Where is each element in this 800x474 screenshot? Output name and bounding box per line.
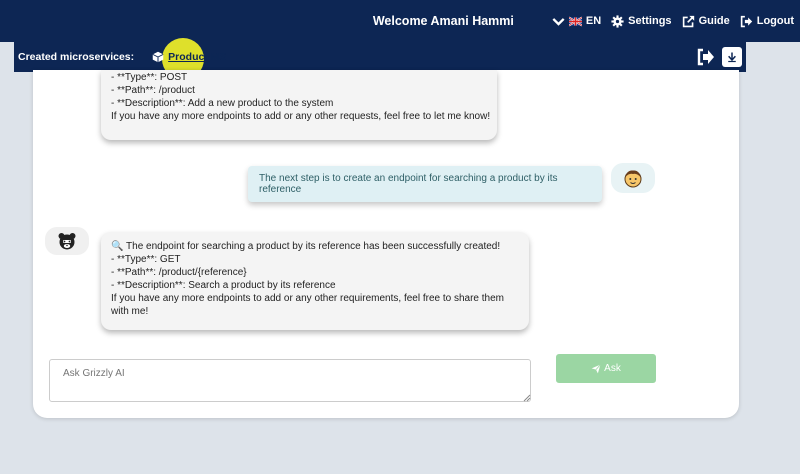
settings-link[interactable]: Settings — [611, 14, 672, 28]
user-avatar — [611, 163, 655, 193]
microservice-name: Product MS — [168, 51, 227, 63]
ask-button[interactable]: Ask — [556, 354, 656, 383]
message-line: - **Description**: Add a new product to … — [111, 98, 334, 109]
message-line: - **Path**: /product — [111, 85, 195, 96]
sign-out-icon — [740, 15, 752, 27]
message-line: If you have any more endpoints to add or… — [111, 293, 505, 317]
message-line: - **Path**: /product/{reference} — [111, 267, 247, 278]
microservices-bar: Created microservices: Product MS — [14, 38, 746, 80]
uk-flag-icon — [568, 16, 582, 26]
microservices-label: Created microservices: — [18, 51, 135, 63]
language-label: EN — [585, 15, 602, 27]
top-navbar: Welcome Amani Hammi EN Settings Guide Lo… — [0, 0, 800, 42]
message-line: - **Type**: POST — [111, 72, 188, 83]
ask-button-label: Ask — [604, 363, 621, 374]
guide-link[interactable]: Guide — [682, 15, 730, 28]
logout-label: Logout — [756, 15, 794, 27]
paper-plane-icon — [591, 363, 601, 373]
download-button[interactable] — [722, 47, 742, 67]
message-line: If you have any more endpoints to add or… — [111, 111, 491, 122]
bot-message: 🔍 The endpoint for searching a product b… — [101, 232, 529, 330]
settings-label: Settings — [628, 15, 672, 27]
message-line: - **Description**: Search a product by i… — [111, 280, 336, 291]
bot-avatar — [45, 227, 89, 255]
chevron-down-icon — [552, 17, 565, 26]
external-link-icon — [682, 15, 694, 27]
resize-handle-icon[interactable] — [523, 394, 531, 402]
user-face-icon — [624, 170, 642, 188]
chat-card: - **Type**: POST - **Path**: /product - … — [33, 70, 739, 418]
message-line: 🔍 The endpoint for searching a product b… — [111, 241, 501, 252]
download-icon — [728, 52, 736, 63]
user-message-text: The next step is to create an endpoint f… — [259, 173, 558, 195]
ask-input[interactable] — [49, 359, 531, 402]
language-selector[interactable]: EN — [552, 15, 601, 28]
gear-icon — [611, 14, 624, 28]
guide-label: Guide — [698, 15, 730, 27]
user-message: The next step is to create an endpoint f… — [248, 166, 602, 202]
cube-icon — [152, 51, 164, 63]
bear-icon — [58, 233, 76, 250]
microservice-link-product-ms[interactable]: Product MS — [152, 38, 227, 80]
export-icon[interactable] — [696, 47, 716, 67]
logout-link[interactable]: Logout — [740, 15, 794, 28]
welcome-text: Welcome Amani Hammi — [372, 14, 514, 28]
bot-message-previous: - **Type**: POST - **Path**: /product - … — [101, 70, 497, 140]
message-line: - **Type**: GET — [111, 254, 181, 265]
